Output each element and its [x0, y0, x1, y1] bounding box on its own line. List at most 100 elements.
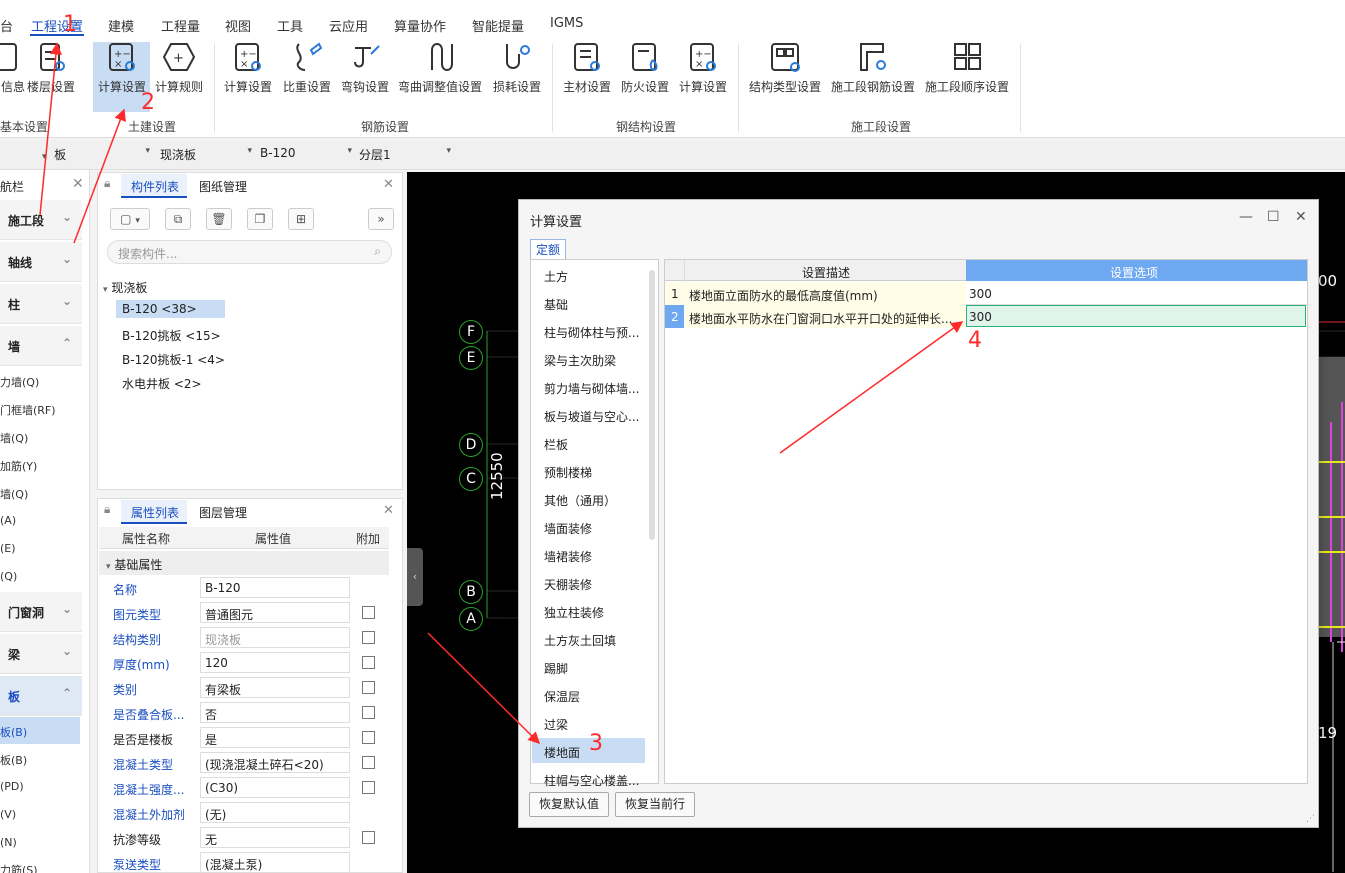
property-value[interactable]: B-120: [200, 577, 350, 598]
minimize-icon[interactable]: —: [1239, 209, 1253, 225]
tree-root[interactable]: ▾ 现浇板: [103, 279, 147, 296]
nav-item[interactable]: 板(B): [0, 724, 27, 740]
category-item[interactable]: 墙面装修: [544, 520, 592, 537]
tree-item-selected[interactable]: B-120 <38>: [116, 300, 225, 318]
nav-item[interactable]: 力墙(Q): [0, 374, 39, 390]
close-icon[interactable]: ✕: [1295, 209, 1307, 225]
nav-item[interactable]: (E): [0, 542, 16, 555]
lock-icon[interactable]: 🔒︎: [104, 176, 110, 191]
ribbon-btn-info[interactable]: 信息: [0, 40, 26, 95]
ribbon-btn-calc-settings[interactable]: +− × 计算设置: [94, 40, 150, 95]
nav-section-slab[interactable]: 板 ⌃: [0, 676, 82, 716]
extra-checkbox[interactable]: [362, 681, 375, 694]
ribbon-btn-density[interactable]: 比重设置: [281, 40, 333, 95]
category-item[interactable]: 墙裙装修: [544, 548, 592, 565]
maximize-icon[interactable]: ☐: [1267, 209, 1280, 225]
extra-checkbox[interactable]: [362, 656, 375, 669]
nav-section-opening[interactable]: 门窗洞 ⌄: [0, 592, 82, 632]
category-item[interactable]: 土方灰土回填: [544, 632, 616, 649]
tab-layer-manage[interactable]: 图层管理: [199, 504, 247, 521]
property-value[interactable]: 现浇板: [200, 627, 350, 648]
menu-item-cloud[interactable]: 云应用: [329, 16, 368, 35]
close-icon[interactable]: ✕: [72, 176, 84, 192]
property-value[interactable]: 是: [200, 727, 350, 748]
category-item[interactable]: 柱帽与空心楼盖...: [544, 772, 639, 789]
category-item[interactable]: 踢脚: [544, 660, 568, 677]
property-value[interactable]: (无): [200, 802, 350, 823]
nav-item[interactable]: (PD): [0, 780, 24, 793]
ribbon-btn-fire[interactable]: 防火设置: [619, 40, 671, 95]
close-icon[interactable]: ✕: [383, 177, 394, 192]
extra-checkbox[interactable]: [362, 781, 375, 794]
extra-checkbox[interactable]: [362, 831, 375, 844]
ribbon-btn-calc-rule[interactable]: + 计算规则: [152, 40, 206, 95]
menu-item-view[interactable]: 视图: [225, 16, 251, 35]
nav-section-beam[interactable]: 梁 ⌄: [0, 634, 82, 674]
new-component-button[interactable]: ▢ ▾: [110, 208, 150, 230]
row-value[interactable]: 300: [969, 310, 992, 324]
nav-item[interactable]: (N): [0, 836, 17, 849]
element-type-select[interactable]: ▾ 板 ▾: [42, 146, 150, 164]
nav-item[interactable]: (A): [0, 514, 16, 527]
copy-button[interactable]: ⧉: [165, 208, 191, 230]
extra-checkbox[interactable]: [362, 731, 375, 744]
nav-item[interactable]: 加筋(Y): [0, 458, 37, 474]
category-item[interactable]: 过梁: [544, 716, 568, 733]
property-value[interactable]: 普通图元: [200, 602, 350, 623]
extra-checkbox[interactable]: [362, 606, 375, 619]
tree-item[interactable]: B-120挑板-1 <4>: [122, 351, 225, 368]
tree-item[interactable]: B-120挑板 <15>: [122, 327, 221, 344]
tab-drawing-manage[interactable]: 图纸管理: [199, 178, 247, 195]
category-item[interactable]: 土方: [544, 268, 568, 285]
nav-item[interactable]: 墙(Q): [0, 486, 28, 502]
extra-checkbox[interactable]: [362, 756, 375, 769]
ribbon-btn-structure-type[interactable]: 结构类型设置: [746, 40, 824, 95]
duplicate-button[interactable]: ❐: [247, 208, 273, 230]
category-item[interactable]: 板与坡道与空心...: [544, 408, 639, 425]
lock-icon[interactable]: 🔒︎: [104, 502, 110, 517]
category-scrollbar[interactable]: [649, 270, 655, 540]
tab-component-list[interactable]: 构件列表: [131, 178, 179, 195]
close-icon[interactable]: ✕: [383, 503, 394, 518]
ribbon-btn-steel-calc-settings[interactable]: +− × 计算设置: [677, 40, 729, 95]
nav-item[interactable]: (Q): [0, 570, 17, 583]
ribbon-btn-loss[interactable]: 损耗设置: [491, 40, 543, 95]
menu-item-collab[interactable]: 算量协作: [394, 16, 446, 35]
category-item[interactable]: 柱与砌体柱与预...: [544, 324, 639, 341]
property-value[interactable]: (现浇混凝土碎石<20): [200, 752, 350, 773]
nav-section-column[interactable]: 柱 ⌄: [0, 284, 82, 324]
property-value[interactable]: 有梁板: [200, 677, 350, 698]
nav-item[interactable]: 墙(Q): [0, 430, 28, 446]
category-item[interactable]: 独立柱装修: [544, 604, 604, 621]
nav-section-axis[interactable]: 轴线 ⌄: [0, 242, 82, 282]
category-item[interactable]: 其他（通用）: [544, 492, 616, 509]
ribbon-btn-rebar-calc-settings[interactable]: +− × 计算设置: [222, 40, 274, 95]
property-value[interactable]: 否: [200, 702, 350, 723]
category-item[interactable]: 基础: [544, 296, 568, 313]
nav-section-segment[interactable]: 施工段 ⌄: [0, 200, 82, 240]
delete-button[interactable]: 🗑︎: [206, 208, 232, 230]
ribbon-btn-floor-settings[interactable]: 楼层设置: [26, 40, 76, 95]
property-value[interactable]: 无: [200, 827, 350, 848]
menu-item-quantity[interactable]: 工程量: [161, 16, 200, 35]
category-item[interactable]: 保温层: [544, 688, 580, 705]
row-value[interactable]: 300: [969, 287, 992, 301]
resize-grip-icon[interactable]: ⋰: [1306, 814, 1315, 824]
ribbon-btn-bend-adjust[interactable]: 弯曲调整值设置: [397, 40, 483, 95]
tab-quota[interactable]: 定额: [530, 239, 566, 260]
nav-item[interactable]: 力筋(S): [0, 862, 38, 873]
restore-current-row-button[interactable]: 恢复当前行: [615, 792, 695, 817]
category-item[interactable]: 梁与主次肋梁: [544, 352, 616, 369]
menu-item-tools[interactable]: 工具: [277, 16, 303, 35]
category-item[interactable]: 剪力墙与砌体墙...: [544, 380, 639, 397]
nav-item[interactable]: 板(B): [0, 752, 27, 768]
category-item[interactable]: 预制楼梯: [544, 464, 592, 481]
menu-item-platform[interactable]: 台: [0, 16, 13, 35]
more-button[interactable]: »: [368, 208, 394, 230]
component-search-input[interactable]: 搜索构件... ⌕: [107, 240, 392, 264]
nav-section-wall[interactable]: 墙 ⌃: [0, 326, 82, 366]
menu-item-igms[interactable]: IGMS: [550, 16, 583, 31]
menu-item-smart[interactable]: 智能提量: [472, 16, 524, 35]
layer-copy-button[interactable]: ⊞: [288, 208, 314, 230]
component-select[interactable]: B-120 ▾: [260, 146, 352, 164]
